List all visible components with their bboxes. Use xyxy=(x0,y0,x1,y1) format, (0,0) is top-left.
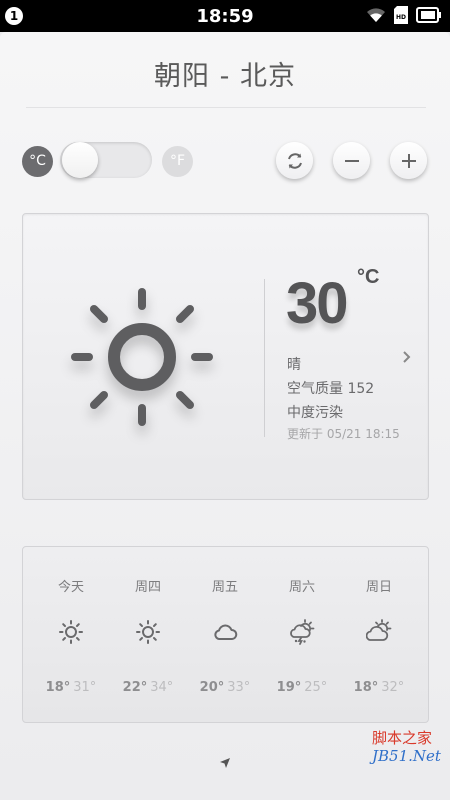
partly-cloudy-icon xyxy=(366,619,392,641)
remove-city-button[interactable] xyxy=(333,142,370,179)
forecast-temps: 19° 25° xyxy=(267,680,337,695)
forecast-high: 32° xyxy=(381,680,405,695)
refresh-button[interactable] xyxy=(276,142,313,179)
forecast-temps: 22° 34° xyxy=(113,680,183,695)
forecast-low: 20° xyxy=(199,680,225,695)
thunderstorm-icon xyxy=(290,619,315,645)
hd-icon: HD xyxy=(394,6,408,24)
refresh-icon xyxy=(287,152,302,169)
forecast-day[interactable]: 今天 18° 31° xyxy=(36,547,106,724)
battery-icon xyxy=(416,7,441,23)
pollution-level: 中度污染 xyxy=(287,405,343,421)
forecast-day-name: 周五 xyxy=(211,580,238,595)
sunny-icon xyxy=(59,620,83,644)
forecast-high: 34° xyxy=(150,680,174,695)
svg-text:HD: HD xyxy=(396,14,406,21)
watermark-logo: 脚本之家 JB51.Net xyxy=(372,727,448,767)
location-arrow-icon[interactable] xyxy=(219,757,231,769)
forecast-temps: 20° 33° xyxy=(190,680,260,695)
forecast-low: 18° xyxy=(45,680,71,695)
forecast-day-name: 今天 xyxy=(57,580,84,595)
temperature-unit: °C xyxy=(357,266,380,288)
forecast-temps: 18° 31° xyxy=(36,680,106,695)
weather-condition: 晴 xyxy=(287,357,301,373)
minus-icon xyxy=(344,159,359,162)
watermark-line2: JB51.Net xyxy=(372,747,441,765)
current-temperature: 30 xyxy=(286,271,348,336)
add-city-button[interactable] xyxy=(390,142,427,179)
sunny-icon xyxy=(136,620,160,644)
cloudy-icon xyxy=(214,624,238,640)
fahrenheit-button[interactable]: °F xyxy=(162,146,193,177)
status-icons: HD xyxy=(366,6,442,24)
forecast-day-name: 周六 xyxy=(288,580,315,595)
sunny-icon xyxy=(71,288,213,426)
forecast-low: 19° xyxy=(276,680,302,695)
air-quality: 空气质量 152 xyxy=(287,381,375,397)
forecast-temps: 18° 32° xyxy=(344,680,414,695)
unit-toggle-knob[interactable] xyxy=(62,142,98,178)
forecast-day[interactable]: 周五 20° 33° xyxy=(190,547,260,724)
forecast-day[interactable]: 周六 19° 25° xyxy=(267,547,337,724)
plus-icon xyxy=(401,153,416,168)
current-weather-card[interactable]: 30 °C 晴 空气质量 152 中度污染 更新于 05/21 18:15 xyxy=(22,213,429,500)
card-divider xyxy=(264,279,265,437)
city-title[interactable]: 朝阳 - 北京 xyxy=(0,54,450,93)
forecast-day[interactable]: 周四 22° 34° xyxy=(113,547,183,724)
forecast-day-name: 周四 xyxy=(134,580,161,595)
celsius-button[interactable]: °C xyxy=(22,146,53,177)
update-time: 更新于 05/21 18:15 xyxy=(287,427,400,441)
weather-screen: 朝阳 - 北京 °C °F 30 °C 晴 空气质量 152 中度污染 更新于 … xyxy=(0,32,450,800)
chevron-right-icon[interactable] xyxy=(402,350,412,364)
wifi-icon xyxy=(367,8,385,22)
forecast-high: 31° xyxy=(73,680,97,695)
forecast-low: 18° xyxy=(353,680,379,695)
forecast-high: 33° xyxy=(227,680,251,695)
header-divider xyxy=(26,107,426,108)
forecast-card: 今天 18° 31° 周四 22° 34° 周五 20° 33° 周六 19° … xyxy=(22,546,429,723)
forecast-day[interactable]: 周日 18° 32° xyxy=(344,547,414,724)
forecast-high: 25° xyxy=(304,680,328,695)
forecast-day-name: 周日 xyxy=(365,580,392,595)
status-bar: 1 18:59 HD xyxy=(0,0,450,32)
forecast-low: 22° xyxy=(122,680,148,695)
watermark-line1: 脚本之家 xyxy=(372,729,433,747)
